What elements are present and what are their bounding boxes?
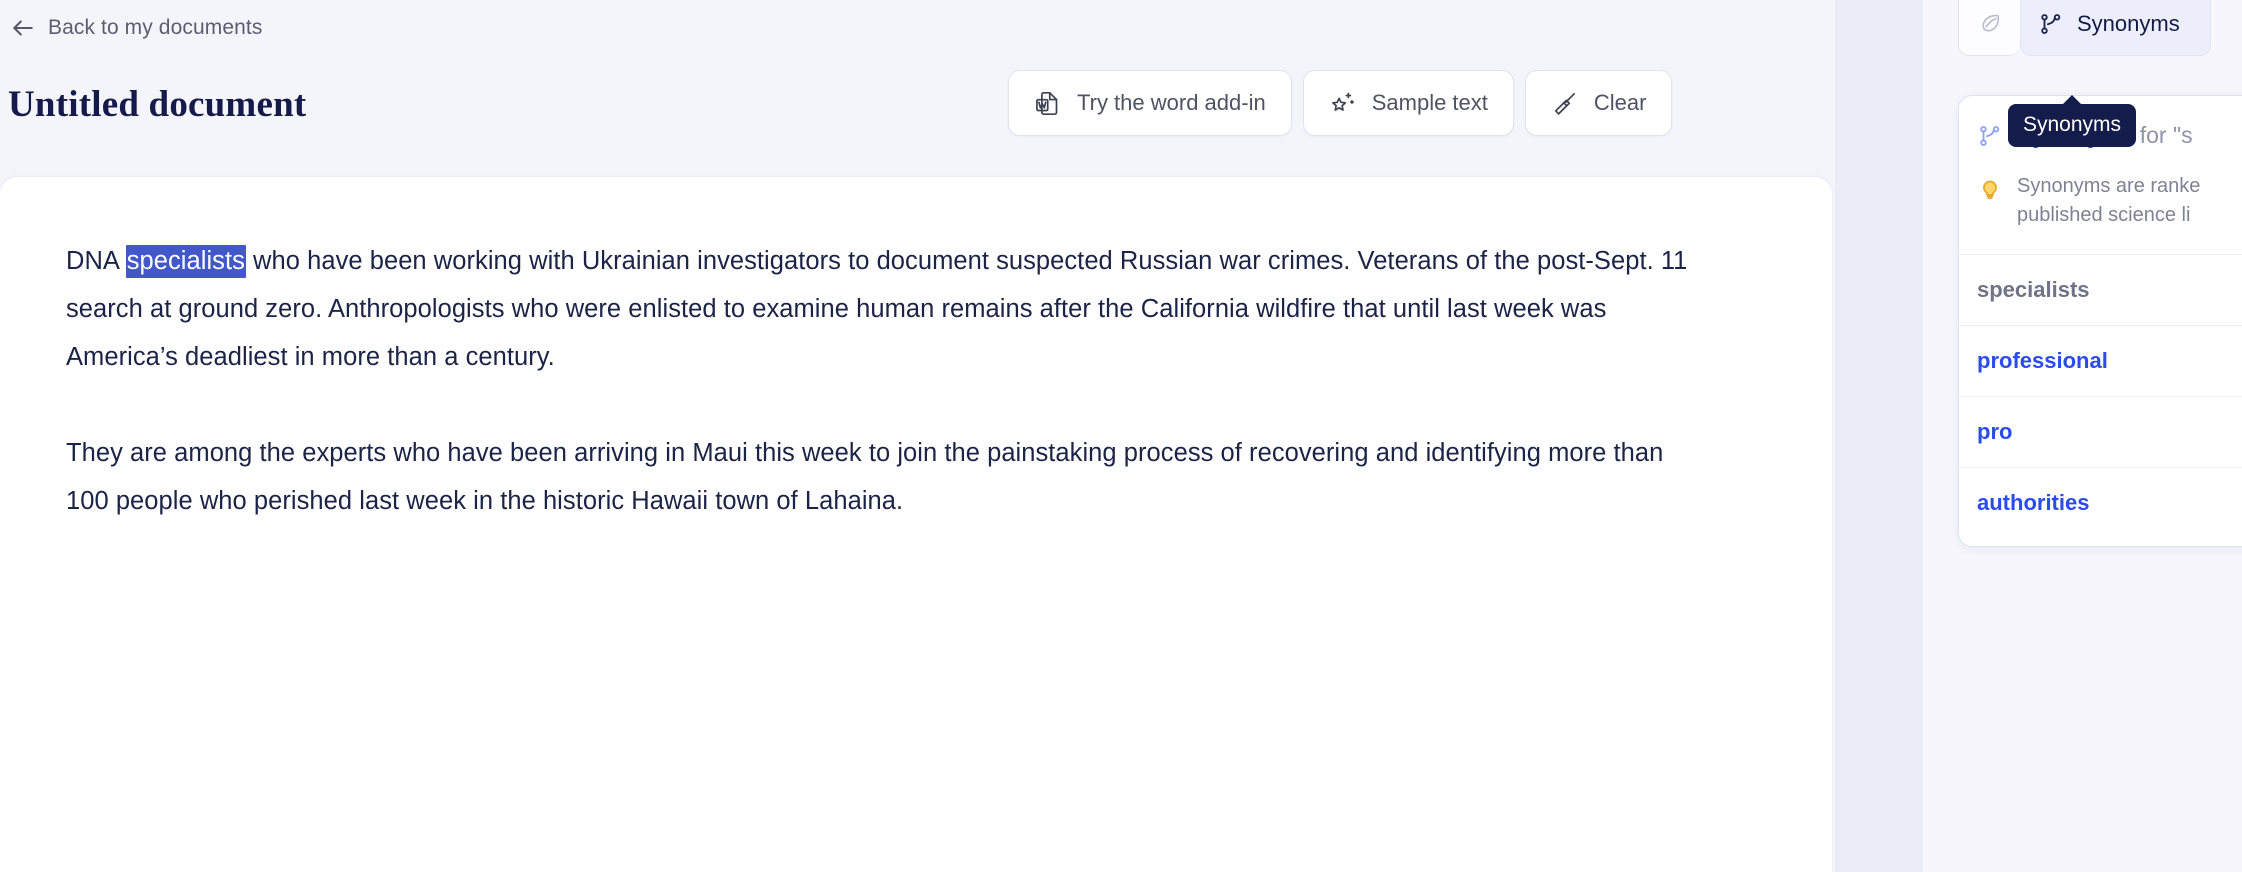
try-word-addin-button[interactable]: Try the word add-in: [1008, 70, 1292, 136]
clear-button[interactable]: Clear: [1524, 70, 1673, 136]
synonym-item[interactable]: authorities: [1959, 468, 2242, 546]
sparkle-star-icon: [1329, 90, 1356, 117]
paragraph-1-after-selection: who have been working with Ukrainian inv…: [66, 247, 1688, 371]
right-sidebar: Synonyms Synonyms for "s: [1923, 0, 2242, 872]
tab-synonyms[interactable]: Synonyms: [2020, 0, 2211, 56]
arrow-left-icon: [10, 15, 36, 41]
sidebar-tab-strip: Synonyms: [1958, 0, 2211, 56]
document-editor[interactable]: DNA specialists who have been working wi…: [0, 177, 1832, 525]
document-card: DNA specialists who have been working wi…: [0, 177, 1832, 872]
tab-paraphraser[interactable]: [1958, 0, 2020, 56]
broom-icon: [1551, 90, 1578, 117]
tab-synonyms-label: Synonyms: [2077, 10, 2180, 36]
synonym-item[interactable]: pro: [1959, 397, 2242, 468]
word-document-icon: [1034, 90, 1061, 117]
back-to-documents-label: Back to my documents: [48, 16, 263, 39]
clear-label: Clear: [1593, 90, 1647, 115]
synonyms-tip-text: Synonyms are ranke published science li: [2017, 172, 2200, 230]
panel-gutter: [1835, 0, 1923, 872]
paragraph-1-before-selection: DNA: [66, 247, 126, 275]
synonyms-tooltip: Synonyms: [2008, 95, 2137, 147]
synonyms-heading-rest: for "s: [2133, 122, 2193, 148]
branch-icon: [2038, 11, 2064, 37]
editor-toolbar: Try the word add-in Sample text Clear: [1008, 70, 1673, 136]
quill-pen-icon: [1977, 11, 2003, 37]
back-to-documents-link[interactable]: Back to my documents: [10, 14, 262, 42]
sample-text-label: Sample text: [1371, 90, 1488, 115]
synonym-item[interactable]: professional: [1959, 326, 2242, 397]
document-paragraph-2: They are among the experts who have been…: [66, 439, 1664, 515]
document-paragraph-1: DNA specialists who have been working wi…: [66, 237, 1706, 381]
editor-column: Back to my documents Untitled document T…: [0, 0, 1835, 872]
try-word-addin-label: Try the word add-in: [1077, 90, 1266, 115]
lightbulb-icon: [1977, 174, 2003, 200]
selected-word-highlight[interactable]: specialists: [125, 245, 246, 278]
synonyms-panel: Synonyms for "s Synonyms are ranke publi…: [1958, 95, 2242, 547]
synonym-item-current: specialists: [1959, 255, 2242, 326]
sample-text-button[interactable]: Sample text: [1302, 70, 1514, 136]
branch-icon: [1977, 123, 2003, 149]
synonyms-tip: Synonyms are ranke published science li: [1959, 150, 2242, 255]
synonyms-tip-line-2: published science li: [2017, 204, 2191, 226]
synonyms-tip-line-1: Synonyms are ranke: [2017, 175, 2201, 197]
page-title: Untitled document: [8, 84, 307, 125]
